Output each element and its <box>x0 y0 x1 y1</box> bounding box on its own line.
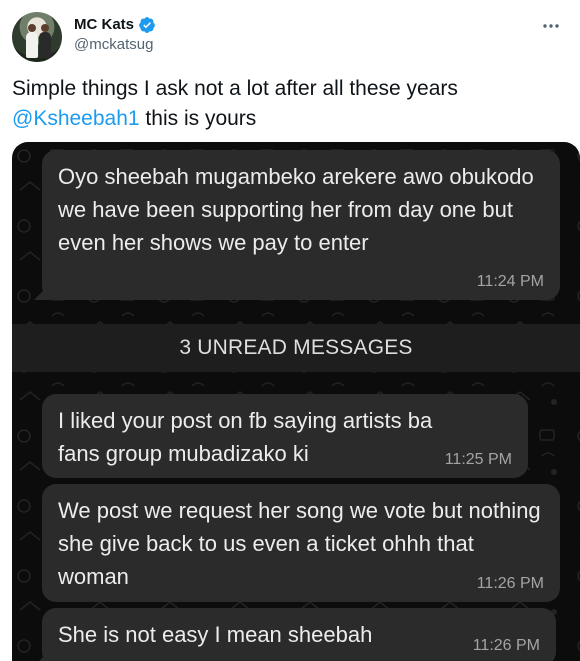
more-options-icon[interactable] <box>540 16 562 36</box>
user-handle[interactable]: @mckatsug <box>74 35 156 55</box>
author-info: MC Kats @mckatsug <box>74 16 156 55</box>
message-text: We post we request her song we vote but … <box>58 498 541 589</box>
tweet-header: MC Kats @mckatsug <box>12 8 568 64</box>
chat-message: She is not easy I mean sheebah 11:26 PM <box>34 608 556 661</box>
chat-message: We post we request her song we vote but … <box>42 484 560 602</box>
unread-messages-banner: 3 UNREAD MESSAGES <box>12 324 580 372</box>
tweet-media-screenshot[interactable]: Oyo sheebah mugambeko arekere awo obukod… <box>12 142 580 661</box>
chat-message: I liked your post on fb saying artists b… <box>42 394 528 478</box>
message-text: She is not easy I mean sheebah <box>58 622 373 647</box>
chat-message: Oyo sheebah mugambeko arekere awo obukod… <box>34 150 560 300</box>
mention-link[interactable]: @Ksheebah1 <box>12 107 140 130</box>
message-text: Oyo sheebah mugambeko arekere awo obukod… <box>58 164 534 255</box>
tweet-text: Simple things I ask not a lot after all … <box>12 74 568 134</box>
message-time: 11:25 PM <box>444 451 512 468</box>
verified-badge-icon <box>138 16 156 34</box>
unread-banner-text: 3 UNREAD MESSAGES <box>179 336 413 359</box>
avatar[interactable] <box>12 12 62 62</box>
tweet-text-line2: @Ksheebah1 this is yours <box>12 104 568 134</box>
tweet-text-rest: this is yours <box>139 107 257 130</box>
message-time: 11:26 PM <box>476 575 544 592</box>
message-time: 11:24 PM <box>476 273 544 290</box>
message-time: 11:26 PM <box>472 637 540 654</box>
display-name[interactable]: MC Kats <box>74 16 134 34</box>
tweet-text-line1: Simple things I ask not a lot after all … <box>12 77 458 100</box>
